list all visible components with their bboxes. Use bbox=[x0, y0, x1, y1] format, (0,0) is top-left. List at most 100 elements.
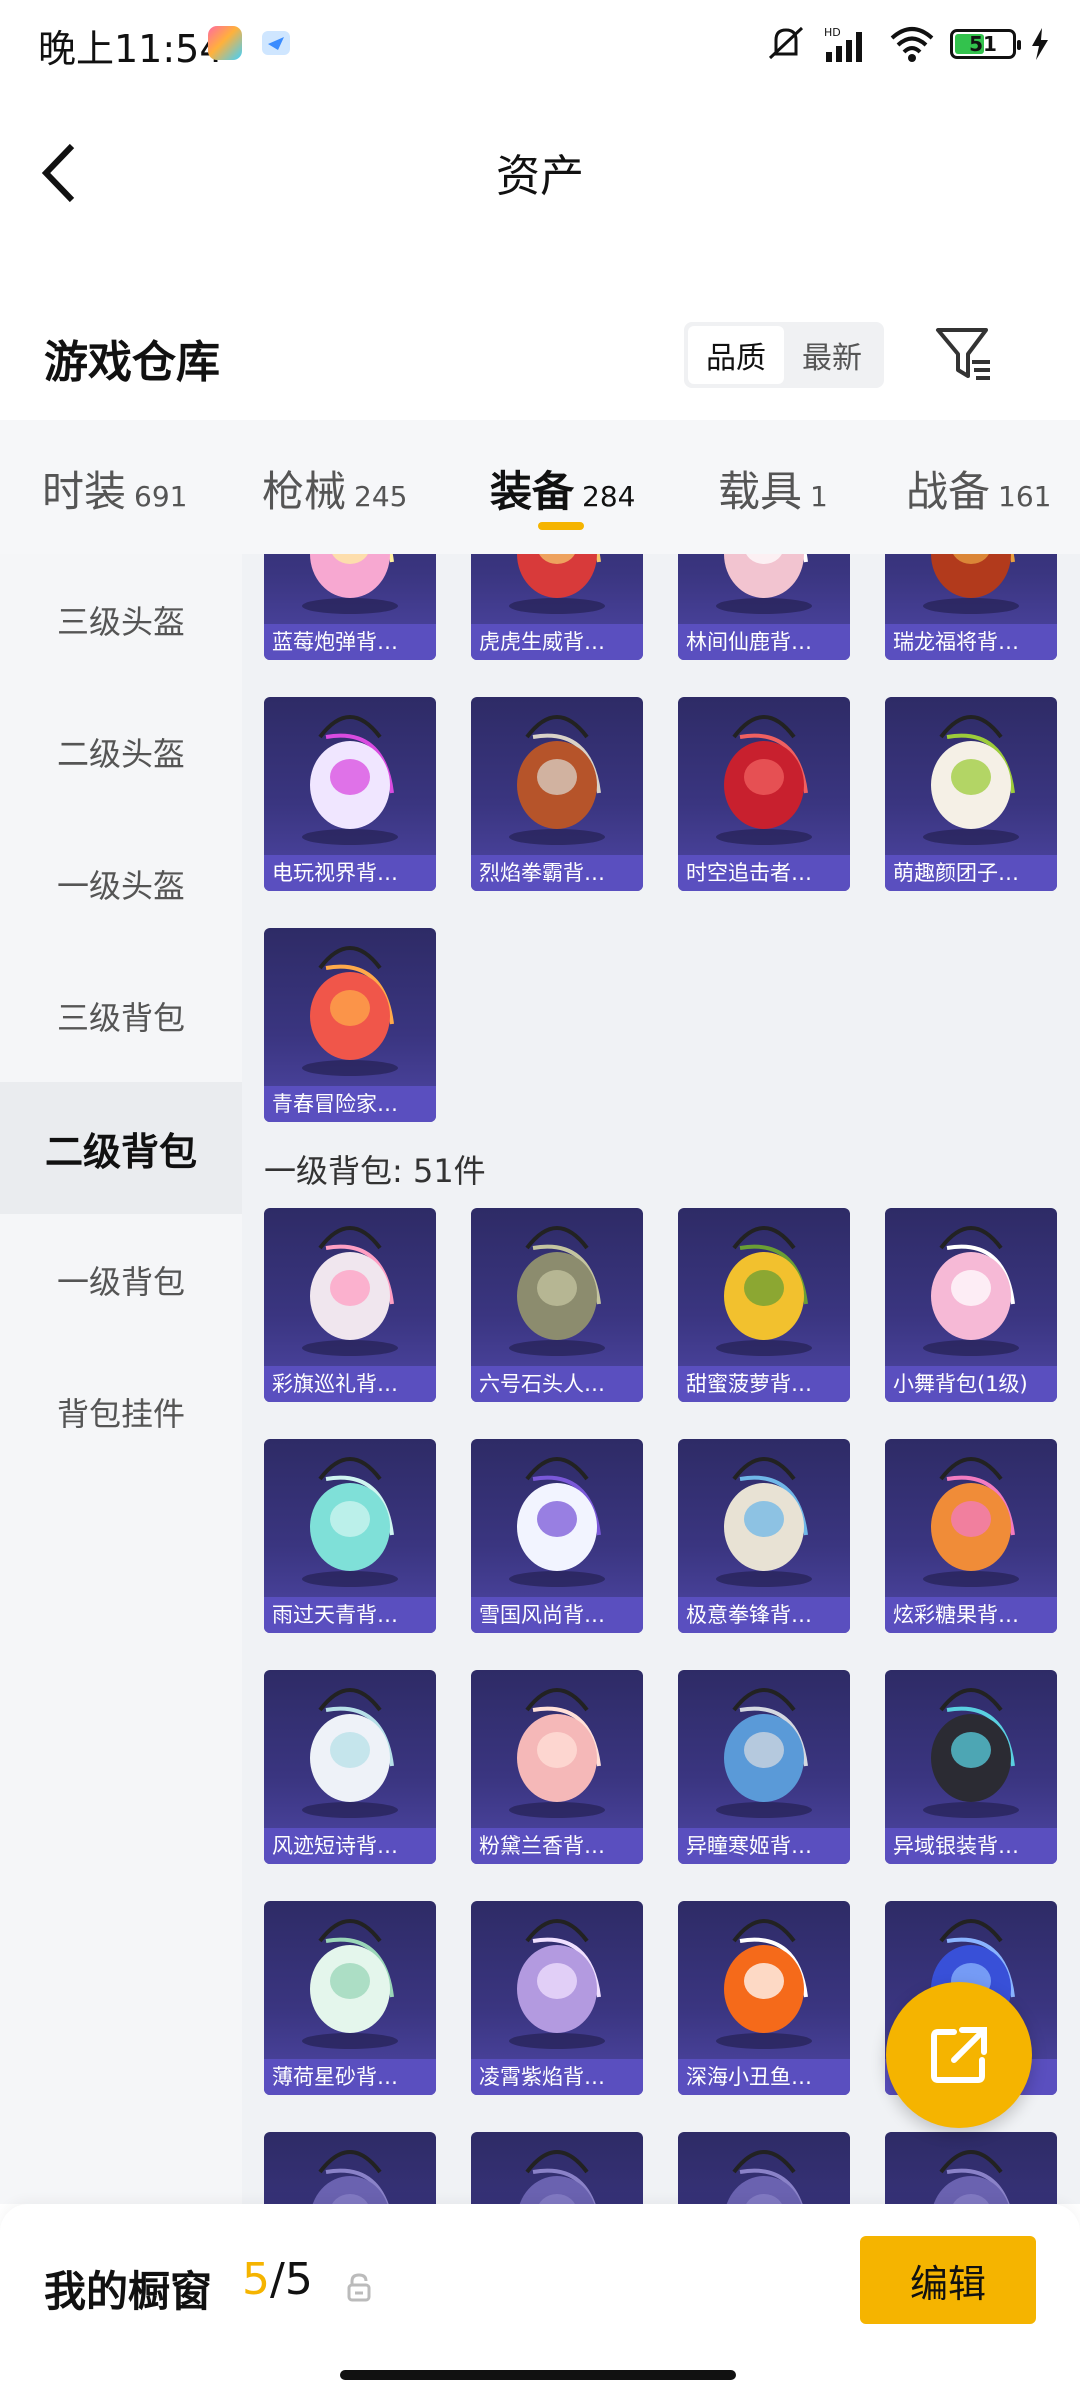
item-name: 虎虎生威背… bbox=[471, 624, 643, 660]
tab-supplies[interactable]: 战备 161 bbox=[906, 458, 1051, 519]
item-card[interactable]: 时空追击者… bbox=[678, 697, 850, 891]
sidebar-item-backpack-1[interactable]: 一级背包 bbox=[0, 1214, 242, 1346]
item-card[interactable]: 雨过天青背… bbox=[264, 1439, 436, 1633]
red-mech-backpack-icon bbox=[716, 715, 812, 845]
tab-vehicles[interactable]: 载具 1 bbox=[718, 458, 828, 519]
signal-icon: HD bbox=[824, 26, 862, 62]
donut-backpack-icon bbox=[923, 1457, 1019, 1587]
item-name: 青春冒险家… bbox=[264, 1086, 436, 1122]
item-card[interactable]: 彩旗巡礼背… bbox=[264, 1208, 436, 1402]
black-vest-backpack-icon bbox=[923, 1688, 1019, 1818]
item-grid: 蓝莓炮弹背… 虎虎生威背… 林间仙鹿背… 瑞龙福将背… 电玩视界背… 烈焰拳霸背… 时空追击… bbox=[242, 554, 1080, 2204]
sort-toggle: 品质 最新 bbox=[684, 322, 884, 388]
status-time: 晚上11:54 bbox=[38, 27, 224, 71]
stone-man-pouch-icon bbox=[509, 1226, 605, 1356]
bunny-plush-backpack-icon bbox=[923, 715, 1019, 845]
showcase-count: 5/5 bbox=[242, 2254, 313, 2305]
sidebar-item-helmet-3[interactable]: 三级头盔 bbox=[0, 554, 242, 686]
partial-item-icon bbox=[312, 2150, 389, 2204]
item-name: 极意拳锋背… bbox=[678, 1597, 850, 1633]
sidebar-item-helmet-2[interactable]: 二级头盔 bbox=[0, 686, 242, 818]
pink-bunny-pouch-icon bbox=[923, 1226, 1019, 1356]
edit-button[interactable]: 编辑 bbox=[860, 2236, 1036, 2324]
arcade-backpack-icon bbox=[302, 715, 398, 845]
item-name: 薄荷星砂背… bbox=[264, 2059, 436, 2095]
item-card[interactable]: 瑞龙福将背… bbox=[885, 554, 1057, 660]
item-name: 甜蜜菠萝背… bbox=[678, 1366, 850, 1402]
orange-dino-backpack-icon bbox=[302, 946, 398, 1076]
sort-latest-button[interactable]: 最新 bbox=[784, 326, 880, 384]
mint-bag-icon bbox=[302, 1919, 398, 2049]
tab-fashion[interactable]: 时装 691 bbox=[42, 458, 187, 519]
item-name: 彩旗巡礼背… bbox=[264, 1366, 436, 1402]
item-card[interactable]: 薄荷星砂背… bbox=[264, 1901, 436, 2095]
sidebar-item-backpack-3[interactable]: 三级背包 bbox=[0, 950, 242, 1082]
item-card[interactable] bbox=[885, 2132, 1057, 2204]
lock-icon bbox=[347, 2273, 371, 2302]
page-title: 资产 bbox=[496, 151, 584, 202]
item-name: 粉黛兰香背… bbox=[471, 1828, 643, 1864]
item-name: 瑞龙福将背… bbox=[885, 624, 1057, 660]
item-card[interactable]: 六号石头人… bbox=[471, 1208, 643, 1402]
home-indicator bbox=[340, 2370, 736, 2380]
tab-firearms[interactable]: 枪械 245 bbox=[262, 458, 407, 519]
item-card[interactable]: 蓝莓炮弹背… bbox=[264, 554, 436, 660]
item-card[interactable]: 雪国风尚背… bbox=[471, 1439, 643, 1633]
mute-icon bbox=[768, 26, 804, 60]
tab-equipment[interactable]: 装备 284 bbox=[490, 458, 635, 519]
sidebar: 三级头盔 二级头盔 一级头盔 三级背包 二级背包 一级背包 背包挂件 bbox=[0, 554, 242, 2204]
share-button[interactable] bbox=[886, 1982, 1032, 2128]
item-name: 蓝莓炮弹背… bbox=[264, 624, 436, 660]
flame-fist-backpack-icon bbox=[509, 715, 605, 845]
svg-text:HD: HD bbox=[824, 26, 841, 39]
item-card[interactable]: 炫彩糖果背… bbox=[885, 1439, 1057, 1633]
blue-mech-backpack-icon bbox=[716, 1688, 812, 1818]
red-tiger-backpack-icon bbox=[509, 554, 605, 614]
item-name: 风迹短诗背… bbox=[264, 1828, 436, 1864]
item-card[interactable]: 深海小丑鱼… bbox=[678, 1901, 850, 2095]
active-tab-indicator bbox=[538, 522, 584, 530]
item-name: 时空追击者… bbox=[678, 855, 850, 891]
sidebar-item-pendants[interactable]: 背包挂件 bbox=[0, 1346, 242, 1478]
item-name: 雨过天青背… bbox=[264, 1597, 436, 1633]
status-icons: HD 51 bbox=[764, 22, 1050, 66]
item-card[interactable]: 电玩视界背… bbox=[264, 697, 436, 891]
item-name: 六号石头人… bbox=[471, 1366, 643, 1402]
sidebar-item-helmet-1[interactable]: 一级头盔 bbox=[0, 818, 242, 950]
item-name: 林间仙鹿背… bbox=[678, 624, 850, 660]
showcase-label: 我的橱窗 bbox=[44, 2267, 213, 2316]
sort-quality-button[interactable]: 品质 bbox=[688, 326, 784, 384]
paper-plane-icon bbox=[262, 31, 290, 55]
item-card[interactable]: 甜蜜菠萝背… bbox=[678, 1208, 850, 1402]
filter-icon[interactable] bbox=[932, 322, 996, 386]
item-card[interactable]: 极意拳锋背… bbox=[678, 1439, 850, 1633]
item-name: 异域银装背… bbox=[885, 1828, 1057, 1864]
item-name: 凌霄紫焰背… bbox=[471, 2059, 643, 2095]
dragon-backpack-icon bbox=[923, 554, 1019, 614]
battery-icon: 51 bbox=[950, 29, 1021, 59]
item-card[interactable] bbox=[471, 2132, 643, 2204]
item-card[interactable]: 小舞背包(1级) bbox=[885, 1208, 1057, 1402]
item-name: 萌趣颜团子… bbox=[885, 855, 1057, 891]
item-card[interactable]: 异瞳寒姬背… bbox=[678, 1670, 850, 1864]
item-card[interactable]: 异域银装背… bbox=[885, 1670, 1057, 1864]
sidebar-item-backpack-2[interactable]: 二级背包 bbox=[0, 1082, 242, 1214]
item-card[interactable]: 粉黛兰香背… bbox=[471, 1670, 643, 1864]
item-card[interactable] bbox=[678, 2132, 850, 2204]
deer-backpack-icon bbox=[716, 554, 812, 614]
item-card[interactable]: 烈焰拳霸背… bbox=[471, 697, 643, 891]
item-card[interactable] bbox=[264, 2132, 436, 2204]
category-tabs: 时装 691 枪械 245 装备 284 载具 1 战备 161 bbox=[0, 420, 1080, 554]
item-card[interactable]: 萌趣颜团子… bbox=[885, 697, 1057, 891]
snow-penguin-backpack-icon bbox=[509, 1457, 605, 1587]
item-card[interactable]: 虎虎生威背… bbox=[471, 554, 643, 660]
item-card[interactable]: 青春冒险家… bbox=[264, 928, 436, 1122]
share-icon bbox=[931, 2027, 987, 2083]
flag-pouch-icon bbox=[302, 1226, 398, 1356]
partial-item-icon bbox=[519, 2150, 596, 2204]
item-card[interactable]: 凌霄紫焰背… bbox=[471, 1901, 643, 2095]
item-card[interactable]: 林间仙鹿背… bbox=[678, 554, 850, 660]
item-card[interactable]: 风迹短诗背… bbox=[264, 1670, 436, 1864]
item-name: 雪国风尚背… bbox=[471, 1597, 643, 1633]
box-backpack-icon bbox=[716, 1457, 812, 1587]
